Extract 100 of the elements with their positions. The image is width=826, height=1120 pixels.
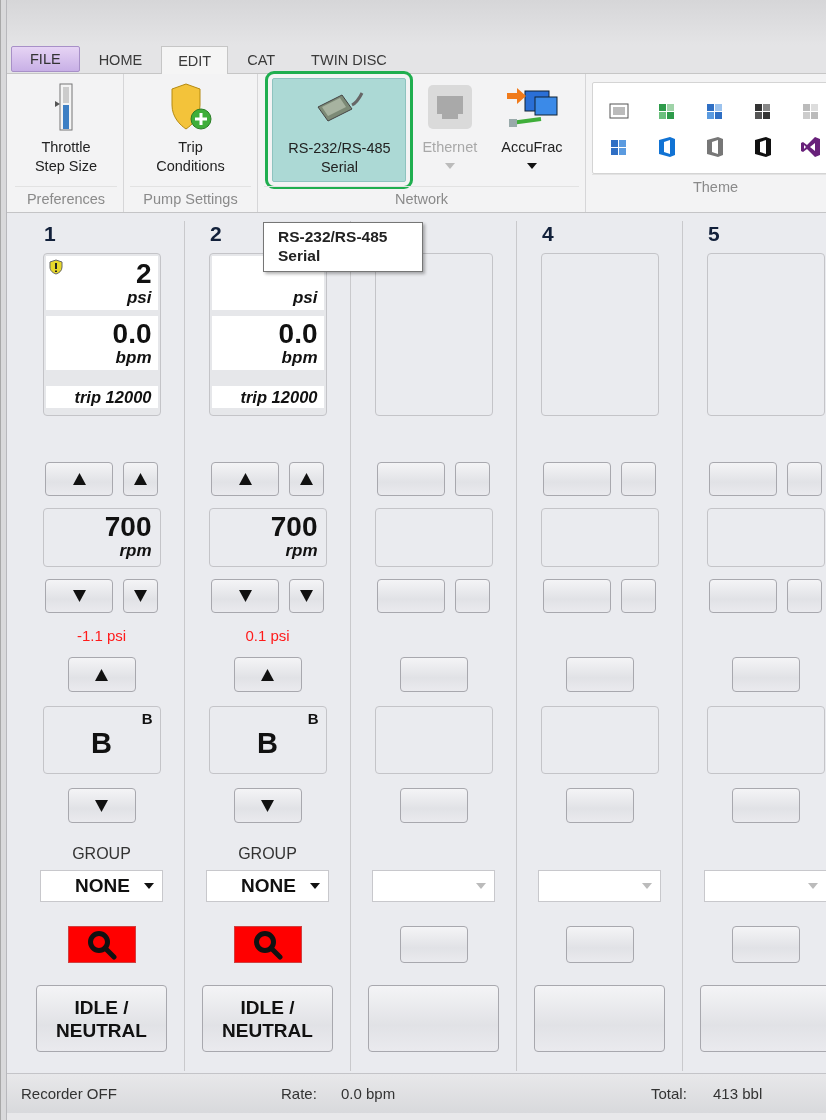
down-arrow-icon: [238, 590, 252, 602]
idle-neutral-button[interactable]: [700, 985, 826, 1052]
search-button[interactable]: [731, 926, 800, 963]
total-label: Total:: [651, 1085, 688, 1102]
gear-value: B: [90, 727, 113, 760]
up-arrow-icon: [238, 473, 252, 485]
group-label: Pump Settings: [130, 186, 251, 210]
ribbon-button[interactable]: AccuFrac: [493, 78, 571, 182]
pressure-unit: psi: [292, 288, 318, 308]
pressure-value: 2: [135, 260, 152, 288]
ribbon-tab[interactable]: CAT: [230, 45, 293, 73]
pressure-delta: 0.1 psi: [245, 627, 290, 645]
tiles-icon: [705, 102, 723, 120]
throttle-down-button[interactable]: [45, 579, 113, 613]
ribbon-tab[interactable]: EDIT: [161, 46, 229, 74]
search-icon: [86, 929, 117, 960]
search-button[interactable]: [399, 926, 468, 963]
rate-value: 0.0: [112, 320, 152, 348]
throttle-fine-down-button[interactable]: [123, 579, 158, 613]
trip-pressure: trip 12000: [45, 386, 158, 408]
ribbon-button[interactable]: Throttle Step Size: [26, 78, 106, 182]
up-arrow-icon: [95, 668, 108, 681]
tiles-icon: [801, 102, 819, 120]
gear-mark: B: [141, 710, 153, 727]
group-dropdown[interactable]: [704, 870, 826, 902]
rate-label: Rate:: [281, 1085, 318, 1102]
file-menu-tab[interactable]: FILE: [11, 46, 80, 72]
ribbon-tab[interactable]: TWIN DISC: [294, 45, 404, 73]
pump-number: 5: [708, 223, 720, 245]
caret-icon: [144, 883, 154, 889]
throttle-fine-up-button[interactable]: [123, 462, 158, 496]
idle-neutral-button[interactable]: IDLE / NEUTRAL: [202, 985, 333, 1052]
rate-value: 0.0: [278, 320, 318, 348]
gear-up-button[interactable]: [233, 657, 302, 692]
tooltip: RS-232/RS-485 Serial: [263, 222, 423, 272]
caret-icon: [808, 883, 818, 889]
caret-icon: [642, 883, 652, 889]
gear-up-button[interactable]: [67, 657, 136, 692]
gear-down-button[interactable]: [67, 788, 136, 823]
pattern-icon: [609, 103, 629, 119]
trip-pressure: trip 12000: [211, 386, 324, 408]
search-button[interactable]: [233, 926, 302, 963]
tiles-icon: [657, 102, 675, 120]
down-arrow-icon: [300, 590, 313, 602]
group-dropdown[interactable]: NONE: [206, 870, 329, 902]
throttle-down-button[interactable]: [211, 579, 279, 613]
rpm-value: 700: [104, 513, 152, 541]
throttle-fine-up-button[interactable]: [289, 462, 324, 496]
search-button[interactable]: [67, 926, 136, 963]
down-arrow-icon: [134, 590, 147, 602]
idle-neutral-button[interactable]: [534, 985, 665, 1052]
idle-neutral-button[interactable]: IDLE / NEUTRAL: [36, 985, 167, 1052]
rpm-unit: rpm: [119, 541, 152, 561]
down-arrow-icon: [72, 590, 86, 602]
total-value: 413 bbl: [713, 1085, 764, 1102]
group-label: Theme: [592, 174, 826, 198]
group-dropdown[interactable]: NONE: [40, 870, 163, 902]
rpm-unit: rpm: [285, 541, 318, 561]
up-arrow-icon: [134, 473, 147, 485]
up-arrow-icon: [72, 473, 86, 485]
down-arrow-icon: [95, 799, 108, 812]
gear-mark: B: [307, 710, 319, 727]
group-label: Network: [264, 186, 579, 210]
search-icon: [252, 929, 283, 960]
group-dropdown[interactable]: [538, 870, 661, 902]
up-arrow-icon: [261, 668, 274, 681]
recorder-status: Recorder OFF: [21, 1085, 118, 1102]
pump-number: 2: [210, 223, 222, 245]
pump-number: 1: [44, 223, 56, 245]
shield-plus-icon: [168, 83, 213, 131]
idle-neutral-button[interactable]: [368, 985, 499, 1052]
door-icon: [657, 136, 677, 158]
group-label: GROUP: [72, 845, 131, 864]
down-arrow-icon: [261, 799, 274, 812]
pump-number: 4: [542, 223, 554, 245]
pressure-unit: psi: [126, 288, 152, 308]
throttle-up-button[interactable]: [45, 462, 113, 496]
search-button[interactable]: [565, 926, 634, 963]
tiles-icon: [753, 102, 771, 120]
door-icon: [753, 136, 773, 158]
caret-icon: [310, 883, 320, 889]
tiles-icon: [609, 138, 627, 156]
throttle-fine-down-button[interactable]: [289, 579, 324, 613]
group-label: GROUP: [238, 845, 297, 864]
door-icon: [705, 136, 725, 158]
up-arrow-icon: [300, 473, 313, 485]
ribbon-tab[interactable]: HOME: [81, 45, 160, 73]
caret-icon: [476, 883, 486, 889]
group-label: Preferences: [15, 186, 117, 210]
throttle-up-button[interactable]: [211, 462, 279, 496]
rate-unit: bpm: [281, 348, 318, 368]
network-port-icon: [426, 84, 473, 130]
rpm-value: 700: [270, 513, 318, 541]
gear-value: B: [256, 727, 279, 760]
pressure-delta: -1.1 psi: [76, 627, 127, 645]
rate-unit: bpm: [115, 348, 152, 368]
ribbon-button[interactable]: Trip Conditions: [148, 78, 233, 182]
gear-down-button[interactable]: [233, 788, 302, 823]
group-dropdown[interactable]: [372, 870, 495, 902]
rate-value: 0.0 bpm: [341, 1085, 397, 1102]
